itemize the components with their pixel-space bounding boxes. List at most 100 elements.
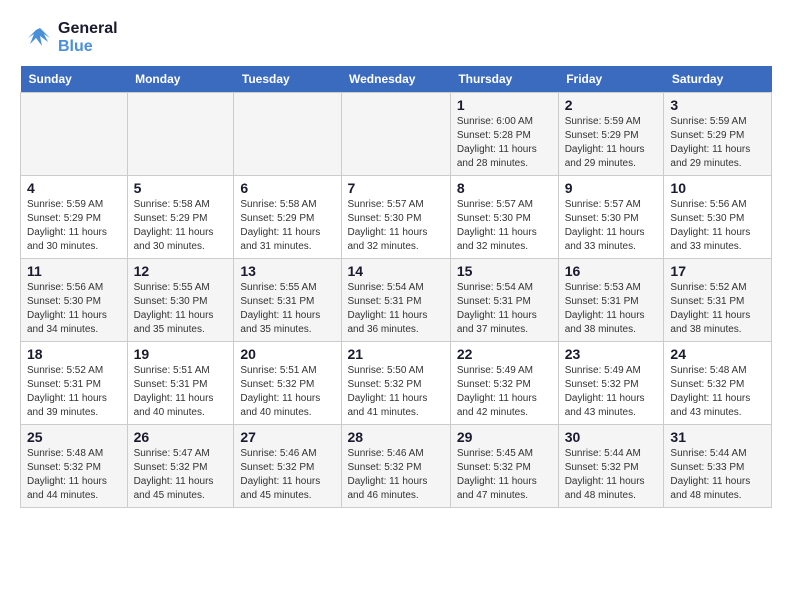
day-info: Sunrise: 5:52 AM Sunset: 5:31 PM Dayligh… [27,364,121,420]
day-info: Sunrise: 5:51 AM Sunset: 5:32 PM Dayligh… [240,364,334,420]
day-info: Sunrise: 5:48 AM Sunset: 5:32 PM Dayligh… [27,447,121,503]
calendar-cell: 26 Sunrise: 5:47 AM Sunset: 5:32 PM Dayli… [127,425,234,508]
day-header-wednesday: Wednesday [341,66,450,93]
calendar-cell: 5 Sunrise: 5:58 AM Sunset: 5:29 PM Daylig… [127,176,234,259]
day-info: Sunrise: 6:00 AM Sunset: 5:28 PM Dayligh… [457,115,552,171]
day-info: Sunrise: 5:48 AM Sunset: 5:32 PM Dayligh… [670,364,765,420]
day-info: Sunrise: 5:49 AM Sunset: 5:32 PM Dayligh… [565,364,658,420]
day-info: Sunrise: 5:57 AM Sunset: 5:30 PM Dayligh… [348,198,444,254]
day-info: Sunrise: 5:57 AM Sunset: 5:30 PM Dayligh… [565,198,658,254]
day-number: 29 [457,429,552,445]
logo-bird-icon [20,20,56,56]
calendar-cell [21,93,128,176]
calendar-cell: 29Sunrise: 5:45 AM Sunset: 5:32 PM Dayli… [450,425,558,508]
day-header-sunday: Sunday [21,66,128,93]
day-info: Sunrise: 5:47 AM Sunset: 5:32 PM Dayligh… [134,447,228,503]
page-header: General Blue [20,20,772,56]
day-number: 12 [134,263,228,279]
calendar-cell: 3 Sunrise: 5:59 AM Sunset: 5:29 PM Daylig… [664,93,772,176]
calendar-table: SundayMondayTuesdayWednesdayThursdayFrid… [20,66,772,508]
day-number: 8 [457,180,552,196]
day-info: Sunrise: 5:51 AM Sunset: 5:31 PM Dayligh… [134,364,228,420]
calendar-cell: 14Sunrise: 5:54 AM Sunset: 5:31 PM Dayli… [341,259,450,342]
calendar-cell: 16Sunrise: 5:53 AM Sunset: 5:31 PM Dayli… [558,259,664,342]
calendar-cell: 2 Sunrise: 5:59 AM Sunset: 5:29 PM Daylig… [558,93,664,176]
day-info: Sunrise: 5:54 AM Sunset: 5:31 PM Dayligh… [457,281,552,337]
calendar-week-1: 1 Sunrise: 6:00 AM Sunset: 5:28 PM Daylig… [21,93,772,176]
calendar-week-4: 18 Sunrise: 5:52 AM Sunset: 5:31 PM Dayli… [21,342,772,425]
day-number: 7 [348,180,444,196]
day-info: Sunrise: 5:44 AM Sunset: 5:33 PM Dayligh… [670,447,765,503]
logo: General Blue [20,20,118,56]
day-info: Sunrise: 5:59 AM Sunset: 5:29 PM Dayligh… [27,198,121,254]
day-number: 3 [670,97,765,113]
day-header-row: SundayMondayTuesdayWednesdayThursdayFrid… [21,66,772,93]
day-info: Sunrise: 5:58 AM Sunset: 5:29 PM Dayligh… [240,198,334,254]
day-header-saturday: Saturday [664,66,772,93]
day-info: Sunrise: 5:50 AM Sunset: 5:32 PM Dayligh… [348,364,444,420]
day-number: 30 [565,429,658,445]
day-number: 1 [457,97,552,113]
day-number: 9 [565,180,658,196]
calendar-cell: 15 Sunrise: 5:54 AM Sunset: 5:31 PM Dayli… [450,259,558,342]
day-number: 4 [27,180,121,196]
day-header-thursday: Thursday [450,66,558,93]
calendar-cell [341,93,450,176]
day-info: Sunrise: 5:49 AM Sunset: 5:32 PM Dayligh… [457,364,552,420]
day-number: 27 [240,429,334,445]
logo-text-blue: Blue [58,38,118,56]
calendar-cell: 10Sunrise: 5:56 AM Sunset: 5:30 PM Dayli… [664,176,772,259]
calendar-cell: 7 Sunrise: 5:57 AM Sunset: 5:30 PM Daylig… [341,176,450,259]
day-number: 19 [134,346,228,362]
day-number: 23 [565,346,658,362]
day-number: 15 [457,263,552,279]
calendar-cell: 17 Sunrise: 5:52 AM Sunset: 5:31 PM Dayli… [664,259,772,342]
day-info: Sunrise: 5:54 AM Sunset: 5:31 PM Dayligh… [348,281,444,337]
day-number: 2 [565,97,658,113]
day-number: 13 [240,263,334,279]
day-info: Sunrise: 5:53 AM Sunset: 5:31 PM Dayligh… [565,281,658,337]
day-number: 26 [134,429,228,445]
calendar-cell: 27 Sunrise: 5:46 AM Sunset: 5:32 PM Dayli… [234,425,341,508]
day-number: 18 [27,346,121,362]
calendar-cell: 28Sunrise: 5:46 AM Sunset: 5:32 PM Dayli… [341,425,450,508]
calendar-cell: 6 Sunrise: 5:58 AM Sunset: 5:29 PM Daylig… [234,176,341,259]
calendar-cell: 22Sunrise: 5:49 AM Sunset: 5:32 PM Dayli… [450,342,558,425]
calendar-cell: 19 Sunrise: 5:51 AM Sunset: 5:31 PM Dayli… [127,342,234,425]
day-number: 6 [240,180,334,196]
day-info: Sunrise: 5:59 AM Sunset: 5:29 PM Dayligh… [565,115,658,171]
calendar-cell: 4 Sunrise: 5:59 AM Sunset: 5:29 PM Daylig… [21,176,128,259]
day-header-tuesday: Tuesday [234,66,341,93]
day-number: 24 [670,346,765,362]
calendar-cell: 18 Sunrise: 5:52 AM Sunset: 5:31 PM Dayli… [21,342,128,425]
day-number: 17 [670,263,765,279]
day-info: Sunrise: 5:46 AM Sunset: 5:32 PM Dayligh… [240,447,334,503]
day-info: Sunrise: 5:57 AM Sunset: 5:30 PM Dayligh… [457,198,552,254]
day-number: 20 [240,346,334,362]
logo-text-general: General [58,20,118,38]
calendar-cell: 31 Sunrise: 5:44 AM Sunset: 5:33 PM Dayli… [664,425,772,508]
calendar-cell: 30 Sunrise: 5:44 AM Sunset: 5:32 PM Dayli… [558,425,664,508]
day-number: 5 [134,180,228,196]
day-number: 25 [27,429,121,445]
calendar-week-5: 25 Sunrise: 5:48 AM Sunset: 5:32 PM Dayli… [21,425,772,508]
calendar-cell: 11Sunrise: 5:56 AM Sunset: 5:30 PM Dayli… [21,259,128,342]
calendar-cell: 12Sunrise: 5:55 AM Sunset: 5:30 PM Dayli… [127,259,234,342]
day-header-monday: Monday [127,66,234,93]
day-info: Sunrise: 5:58 AM Sunset: 5:29 PM Dayligh… [134,198,228,254]
day-number: 31 [670,429,765,445]
calendar-week-3: 11Sunrise: 5:56 AM Sunset: 5:30 PM Dayli… [21,259,772,342]
day-info: Sunrise: 5:52 AM Sunset: 5:31 PM Dayligh… [670,281,765,337]
calendar-cell [127,93,234,176]
calendar-cell: 23 Sunrise: 5:49 AM Sunset: 5:32 PM Dayli… [558,342,664,425]
day-header-friday: Friday [558,66,664,93]
calendar-cell: 1 Sunrise: 6:00 AM Sunset: 5:28 PM Daylig… [450,93,558,176]
calendar-cell: 21Sunrise: 5:50 AM Sunset: 5:32 PM Dayli… [341,342,450,425]
day-info: Sunrise: 5:55 AM Sunset: 5:31 PM Dayligh… [240,281,334,337]
calendar-cell: 25 Sunrise: 5:48 AM Sunset: 5:32 PM Dayli… [21,425,128,508]
calendar-cell: 13 Sunrise: 5:55 AM Sunset: 5:31 PM Dayli… [234,259,341,342]
calendar-week-2: 4 Sunrise: 5:59 AM Sunset: 5:29 PM Daylig… [21,176,772,259]
day-info: Sunrise: 5:44 AM Sunset: 5:32 PM Dayligh… [565,447,658,503]
day-info: Sunrise: 5:59 AM Sunset: 5:29 PM Dayligh… [670,115,765,171]
day-number: 11 [27,263,121,279]
